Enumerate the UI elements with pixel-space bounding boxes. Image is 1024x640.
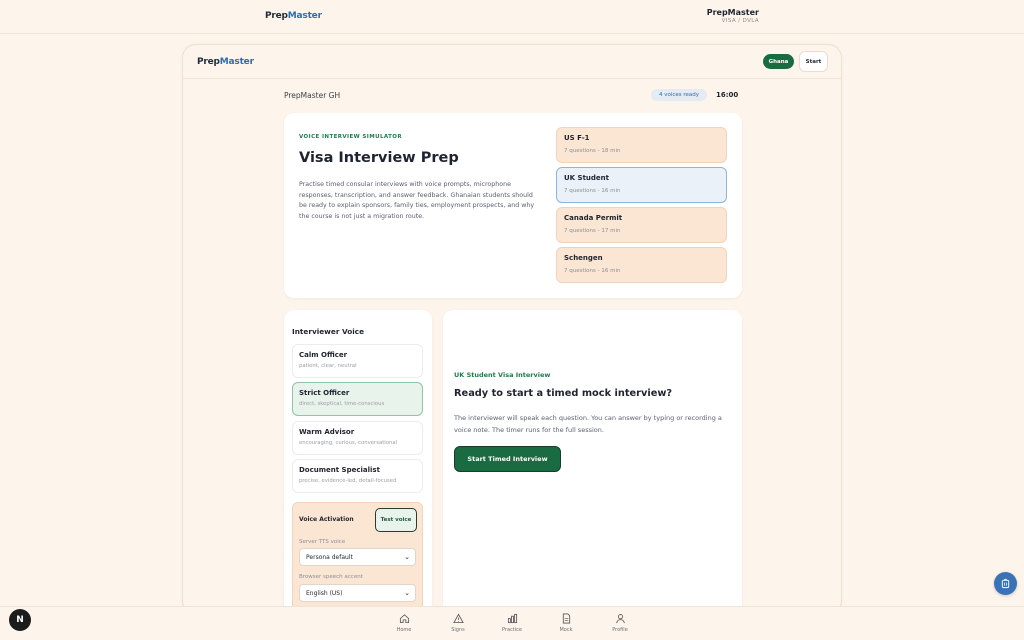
top-right-subtitle: VISA / DVLA (721, 18, 759, 24)
chevron-down-icon: ⌄ (404, 553, 410, 561)
nav-practice[interactable]: Practice (497, 613, 527, 633)
voice-activation-title: Voice Activation (299, 516, 354, 523)
voice-panel-title: Interviewer Voice (292, 327, 365, 336)
interview-eyebrow: UK Student Visa Interview (454, 371, 551, 379)
ghana-region-pill[interactable]: Ghana (763, 54, 794, 69)
visa-type-list: US F-1 7 questions - 18 min UK Student 7… (556, 127, 727, 287)
voice-activation-box: Voice Activation Test voice Server TTS v… (292, 502, 423, 613)
app-frame: PrepMaster Ghana Start PrepMaster GH 4 v… (182, 44, 842, 614)
document-icon (562, 613, 570, 624)
visa-option-canada-permit[interactable]: Canada Permit 7 questions - 17 min (556, 207, 727, 243)
start-button[interactable]: Start (799, 51, 828, 72)
top-right-brand: PrepMaster VISA / DVLA (707, 8, 759, 24)
dev-tools-badge[interactable]: N (9, 609, 31, 631)
frame-brand-logo[interactable]: PrepMaster (197, 57, 254, 67)
page-title: Visa Interview Prep (299, 150, 459, 166)
voice-option-calm-officer[interactable]: Calm Officer patient, clear, neutral (292, 344, 423, 378)
top-right-title: PrepMaster (706, 8, 759, 17)
interview-panel: UK Student Visa Interview Ready to start… (443, 310, 742, 613)
nav-home[interactable]: Home (389, 613, 419, 633)
nav-mock[interactable]: Mock (551, 613, 581, 633)
interview-title: Ready to start a timed mock interview? (454, 388, 673, 399)
hero-card: VOICE INTERVIEW SIMULATOR Visa Interview… (284, 113, 742, 298)
nav-signs[interactable]: Signs (443, 613, 473, 633)
hero-eyebrow: VOICE INTERVIEW SIMULATOR (299, 134, 402, 140)
voice-option-strict-officer[interactable]: Strict Officer direct, skeptical, time-c… (292, 382, 423, 416)
bottom-nav: Home Signs Practice Mock Profile (0, 606, 1024, 640)
user-icon (615, 614, 625, 624)
home-icon (399, 614, 409, 624)
top-brand-logo[interactable]: PrepMaster (265, 11, 322, 21)
floating-action-button[interactable] (994, 572, 1017, 595)
frame-header: PrepMaster Ghana Start (183, 45, 841, 79)
test-voice-button[interactable]: Test voice (375, 508, 417, 532)
chevron-down-icon: ⌄ (404, 589, 410, 597)
visa-option-uk-student[interactable]: UK Student 7 questions - 16 min (556, 167, 727, 203)
interviewer-voice-panel: Interviewer Voice Calm Officer patient, … (284, 310, 432, 613)
visa-option-schengen[interactable]: Schengen 7 questions - 16 min (556, 247, 727, 283)
browser-accent-select[interactable]: English (US) ⌄ (299, 584, 416, 602)
server-tts-select[interactable]: Persona default ⌄ (299, 548, 416, 566)
visa-option-us-f1[interactable]: US F-1 7 questions - 18 min (556, 127, 727, 163)
top-bar: PrepMaster PrepMaster VISA / DVLA (0, 0, 1024, 34)
voices-ready-badge: 4 voices ready (651, 89, 707, 101)
nav-profile[interactable]: Profile (605, 613, 635, 633)
session-timer: 16:00 (716, 91, 739, 99)
subheader-title: PrepMaster GH (284, 91, 341, 100)
browser-accent-label: Browser speech accent (299, 574, 363, 580)
server-tts-label: Server TTS voice (299, 539, 346, 545)
hero-description: Practise timed consular interviews with … (299, 181, 535, 220)
bar-chart-icon (507, 613, 517, 624)
warning-sign-icon (452, 613, 464, 624)
voice-option-warm-advisor[interactable]: Warm Advisor encouraging, curious, conve… (292, 421, 423, 455)
start-timed-interview-button[interactable]: Start Timed Interview (454, 446, 561, 472)
accessibility-icon (1001, 578, 1010, 589)
voice-option-document-specialist[interactable]: Document Specialist precise, evidence-le… (292, 459, 423, 493)
interview-description: The interviewer will speak each question… (454, 414, 722, 434)
